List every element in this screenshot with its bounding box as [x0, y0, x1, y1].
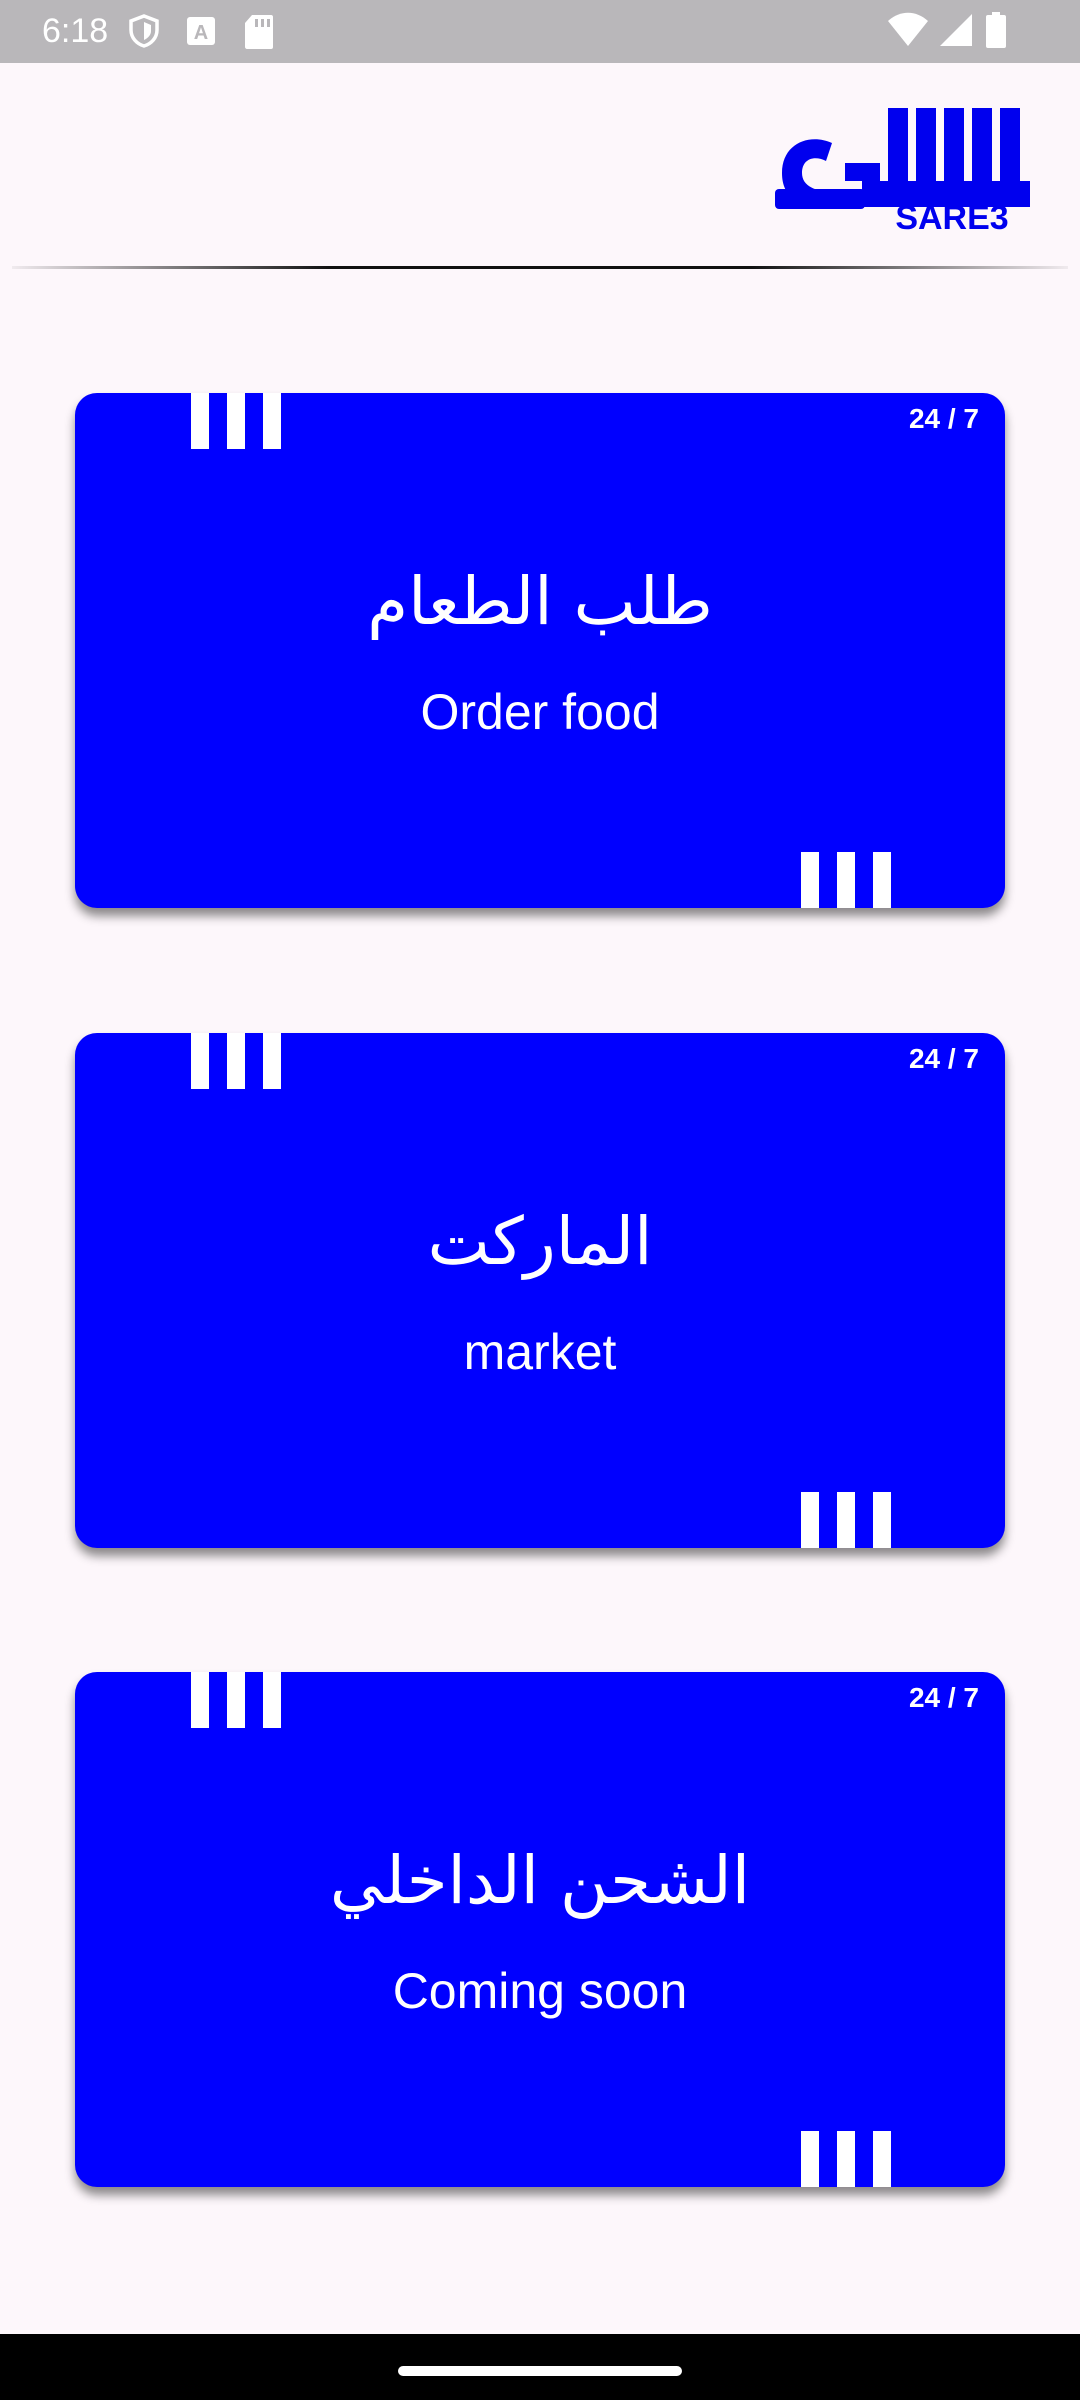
system-nav-bar — [0, 2334, 1080, 2400]
status-time: 6:18 — [42, 12, 109, 50]
signal-icon — [940, 14, 972, 46]
card-subtitle: market — [463, 1324, 617, 1380]
market-card[interactable]: 24 / 7 الماركت market — [75, 1033, 1005, 1548]
card-title-arabic: طلب الطعام — [367, 563, 713, 640]
card-subtitle: Order food — [420, 684, 660, 740]
shield-icon — [129, 14, 159, 48]
logo-text: SARE3 — [895, 199, 1008, 233]
card-hours-label: 24 / 7 — [908, 403, 979, 434]
battery-icon — [986, 12, 1006, 48]
sd-card-icon — [245, 15, 273, 49]
order-food-card[interactable]: 24 / 7 طلب الطعام Order food — [75, 393, 1005, 908]
app-header: SARE3 — [0, 63, 1080, 268]
card-hours-label: 24 / 7 — [908, 1682, 979, 1713]
header-divider — [12, 266, 1068, 269]
svg-text:A: A — [194, 22, 208, 44]
card-stripes-bottom — [801, 852, 891, 908]
card-stripes-top — [191, 1672, 281, 1728]
wifi-icon — [888, 12, 928, 46]
status-bar: 6:18 A — [0, 0, 1080, 63]
card-hours-label: 24 / 7 — [908, 1043, 979, 1074]
card-stripes-top — [191, 1033, 281, 1089]
card-title-arabic: الشحن الداخلي — [329, 1842, 751, 1919]
card-stripes-bottom — [801, 2131, 891, 2187]
card-subtitle: Coming soon — [392, 1963, 688, 2019]
home-gesture-handle[interactable] — [398, 2366, 682, 2376]
font-icon: A — [187, 17, 215, 45]
card-title-arabic: الماركت — [427, 1203, 653, 1280]
app-logo: SARE3 — [775, 108, 1030, 233]
card-stripes-top — [191, 393, 281, 449]
domestic-shipping-card[interactable]: 24 / 7 الشحن الداخلي Coming soon — [75, 1672, 1005, 2187]
card-stripes-bottom — [801, 1492, 891, 1548]
